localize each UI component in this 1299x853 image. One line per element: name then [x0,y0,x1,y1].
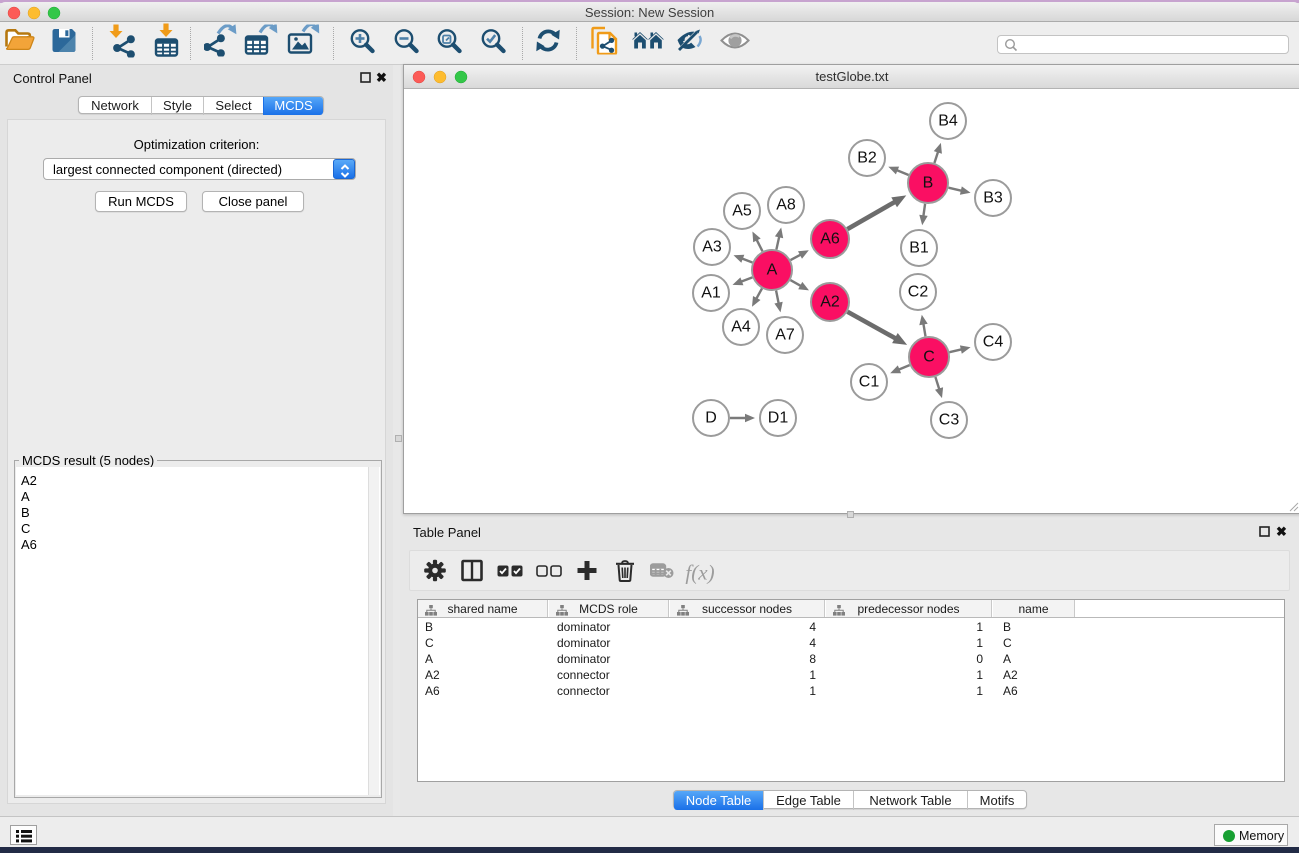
svg-text:B2: B2 [857,150,877,167]
svg-text:A5: A5 [732,203,752,220]
svg-text:C3: C3 [939,412,960,429]
svg-text:A3: A3 [702,239,722,256]
svg-text:B3: B3 [983,190,1003,207]
svg-text:B1: B1 [909,240,929,257]
svg-text:D: D [705,410,717,427]
svg-text:C1: C1 [859,374,880,391]
svg-text:B: B [923,175,934,192]
svg-text:A7: A7 [775,327,795,344]
svg-text:A1: A1 [701,285,721,302]
svg-text:B4: B4 [938,113,958,130]
svg-text:C2: C2 [908,284,929,301]
svg-text:A2: A2 [820,294,840,311]
svg-text:C4: C4 [983,334,1004,351]
svg-text:A8: A8 [776,197,796,214]
svg-text:A6: A6 [820,231,840,248]
svg-text:D1: D1 [768,410,789,427]
svg-text:A4: A4 [731,319,751,336]
svg-text:A: A [767,262,778,279]
svg-text:C: C [923,349,935,366]
